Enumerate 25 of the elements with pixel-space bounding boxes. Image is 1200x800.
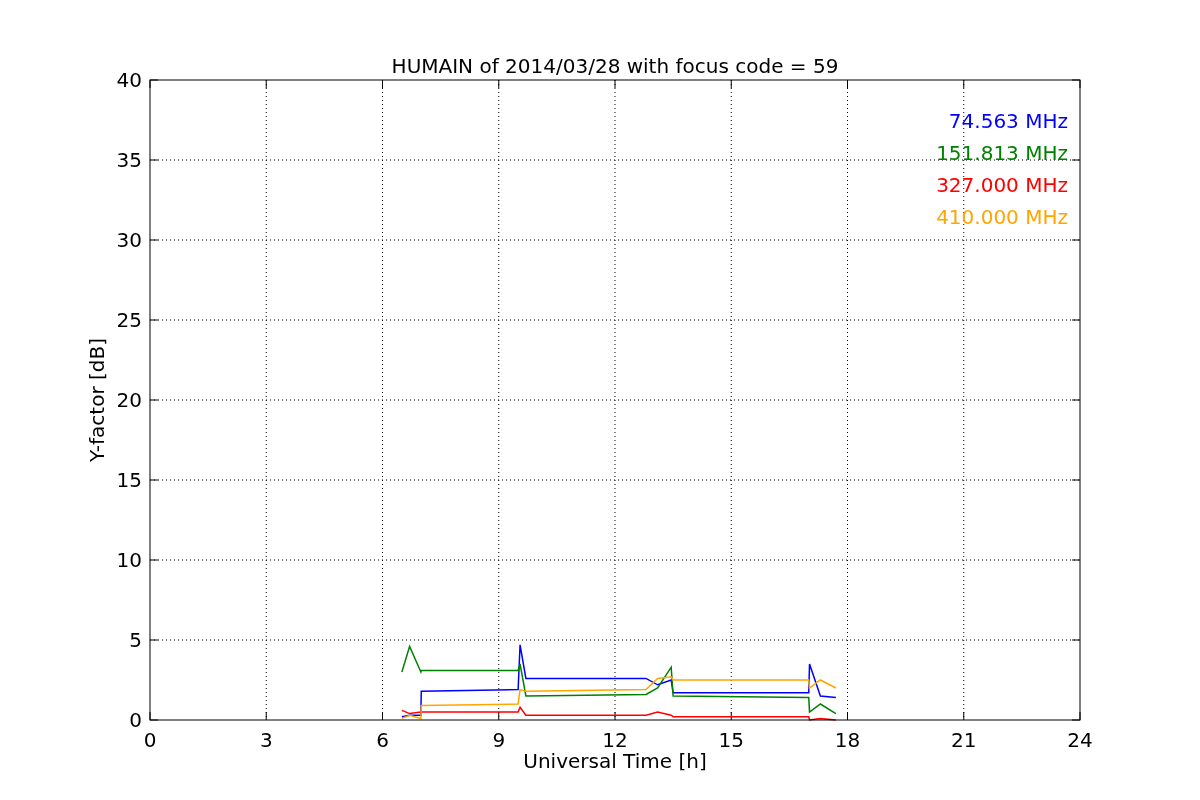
y-tick-label: 0: [129, 708, 142, 732]
x-axis-label: Universal Time [h]: [523, 749, 707, 773]
x-tick-label: 12: [602, 728, 628, 752]
y-tick-label: 5: [129, 628, 142, 652]
y-tick-label: 20: [116, 388, 142, 412]
x-tick-label: 9: [492, 728, 506, 752]
x-tick-label: 24: [1067, 728, 1093, 752]
legend-label: 410.000 MHz: [936, 205, 1068, 229]
y-tick-label: 10: [116, 548, 142, 572]
y-tick-label: 25: [116, 308, 142, 332]
x-tick-label: 3: [259, 728, 273, 752]
x-tick-label: 0: [143, 728, 157, 752]
y-tick-label: 30: [116, 228, 142, 252]
y-tick-label: 15: [116, 468, 142, 492]
legend-label: 327.000 MHz: [936, 173, 1068, 197]
legend-label: 151.813 MHz: [936, 141, 1068, 165]
x-tick-label: 15: [718, 728, 744, 752]
y-axis-label: Y-factor [dB]: [85, 338, 109, 462]
x-tick-label: 18: [834, 728, 861, 752]
y-tick-label: 40: [116, 68, 142, 92]
chart-title: HUMAIN of 2014/03/28 with focus code = 59: [391, 54, 839, 78]
x-tick-label: 6: [376, 728, 389, 752]
legend-label: 74.563 MHz: [948, 109, 1068, 133]
y-tick-label: 35: [116, 148, 142, 172]
x-tick-label: 21: [951, 728, 977, 752]
